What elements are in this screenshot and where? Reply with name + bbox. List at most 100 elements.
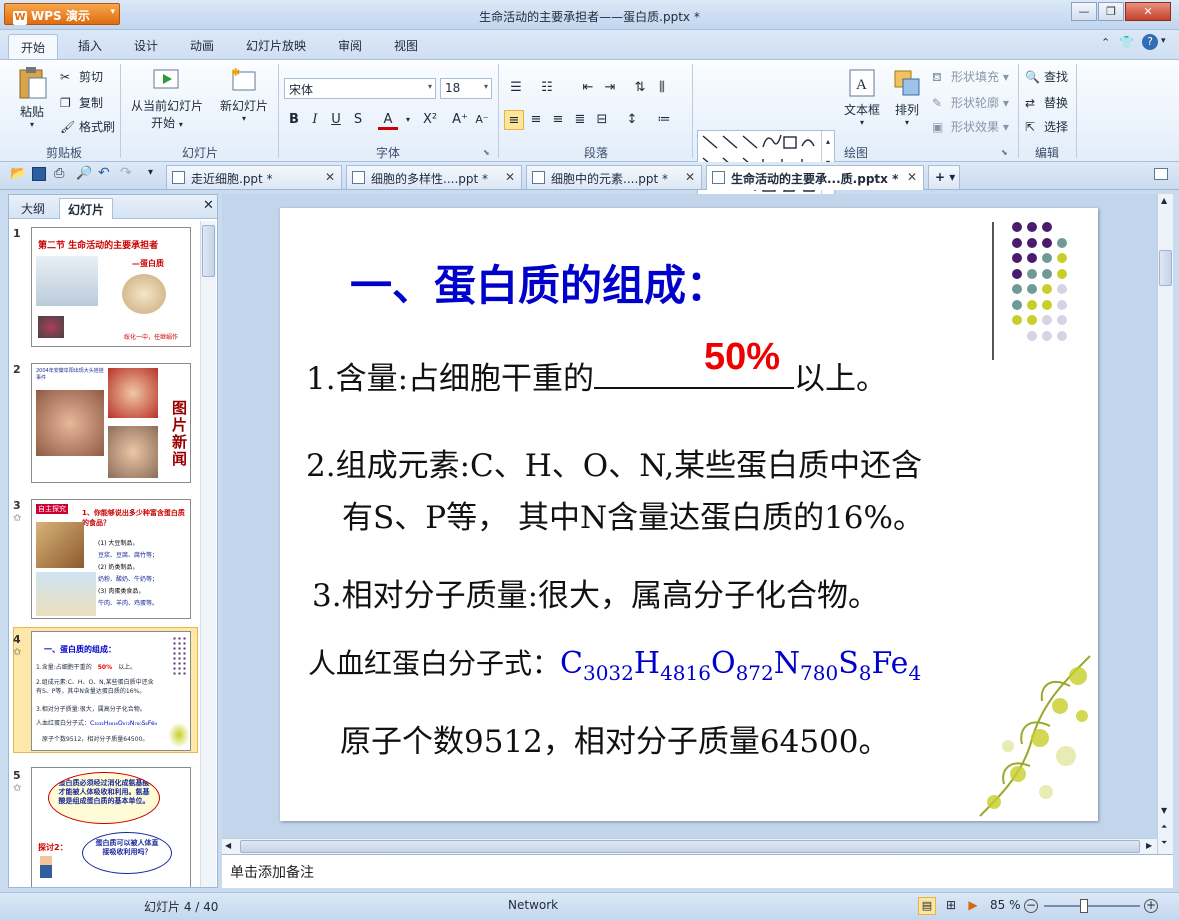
normal-view-icon[interactable]: ▤ — [918, 897, 936, 915]
content-line-5[interactable]: 原子个数9512，相对分子质量64500。 — [340, 716, 890, 761]
doc-tab-2[interactable]: 细胞的多样性....ppt * ✕ — [346, 165, 522, 189]
zoom-in-icon[interactable]: + — [1144, 899, 1158, 913]
doc-tab-3[interactable]: 细胞中的元素....ppt * ✕ — [526, 165, 702, 189]
font-color-button[interactable]: A — [378, 110, 398, 130]
tab-outline[interactable]: 大纲 — [13, 198, 53, 219]
slide-sorter-icon[interactable]: ⊞ — [942, 897, 960, 915]
chevron-down-icon[interactable]: ▾ — [398, 110, 418, 130]
collapse-ribbon-icon[interactable]: ⌃ — [1101, 36, 1110, 49]
close-tab-icon[interactable]: ✕ — [325, 170, 335, 184]
tab-view[interactable]: 视图 — [394, 37, 418, 54]
textbox-button[interactable]: A 文本框 ▾ — [840, 68, 884, 127]
align-left-button[interactable]: ≡ — [504, 110, 524, 130]
slideshow-icon[interactable]: ▶ — [964, 897, 982, 915]
tab-slideshow[interactable]: 幻灯片放映 — [246, 37, 306, 54]
decrease-font-button[interactable]: A⁻ — [472, 110, 492, 130]
slides-pane-scrollbar[interactable] — [200, 221, 216, 887]
align-center-button[interactable]: ≡ — [526, 110, 546, 130]
print-icon[interactable]: ⎙ — [54, 166, 64, 181]
minimize-button[interactable]: — — [1071, 2, 1097, 21]
close-tab-icon[interactable]: ✕ — [907, 170, 917, 184]
tab-animation[interactable]: 动画 — [190, 37, 214, 54]
decrease-indent-button[interactable]: ⇤ — [578, 78, 598, 98]
customize-toolbar-icon[interactable]: ▾ — [148, 167, 153, 178]
tab-slides[interactable]: 幻灯片 — [59, 198, 114, 219]
print-preview-icon[interactable]: 🔎 — [76, 166, 92, 181]
format-painter-button[interactable]: 🖌 格式刷 — [60, 118, 115, 136]
cut-button[interactable]: ✂ 剪切 — [60, 68, 103, 86]
tab-design[interactable]: 设计 — [134, 37, 158, 54]
maximize-button[interactable]: ❐ — [1098, 2, 1124, 21]
notes-pane[interactable]: 单击添加备注 — [222, 854, 1173, 888]
chevron-down-icon[interactable]: ▾ — [1161, 36, 1166, 46]
line-spacing-button[interactable]: ↕ — [622, 110, 642, 130]
replace-button[interactable]: ⇄ 替换 — [1025, 94, 1068, 112]
save-icon[interactable] — [32, 167, 46, 181]
scroll-up-icon[interactable]: ▲ — [1161, 196, 1167, 205]
doc-tab-4-active[interactable]: 生命活动的主要承...质.pptx * ✕ — [706, 165, 924, 190]
numbering-button[interactable]: ☷ — [537, 78, 557, 98]
horizontal-scrollbar[interactable]: ◀ ▶ — [222, 838, 1157, 854]
previous-slide-icon[interactable]: ⏶ — [1161, 822, 1167, 832]
shape-outline-button[interactable]: ✎ 形状轮廓 ▾ — [932, 94, 1009, 112]
content-line-2b[interactable]: 有S、P等， 其中N含量达蛋白质的16%。 — [342, 492, 924, 537]
zoom-out-icon[interactable]: − — [1024, 899, 1038, 913]
open-folder-icon[interactable]: 📂 — [10, 166, 26, 181]
skin-icon[interactable]: 👕 — [1119, 35, 1134, 49]
scrollbar-thumb[interactable] — [202, 225, 215, 277]
window-layout-icon[interactable] — [1154, 168, 1168, 180]
superscript-button[interactable]: X² — [420, 110, 440, 130]
justify-button[interactable]: ≣ — [570, 110, 590, 130]
scrollbar-thumb[interactable] — [1159, 250, 1172, 286]
slide-thumbnail-5[interactable]: 蛋白质必须经过消化成氨基酸才能被人体吸收和利用。氨基酸是组成蛋白质的基本单位。 … — [31, 767, 191, 887]
from-current-slide-button[interactable]: 从当前幻灯片 开始 ▾ — [126, 66, 208, 131]
tab-home[interactable]: 开始 — [8, 34, 58, 60]
shape-fill-button[interactable]: ⛾ 形状填充 ▾ — [932, 68, 1009, 86]
help-icon[interactable]: ? — [1142, 34, 1158, 50]
next-slide-icon[interactable]: ⏷ — [1161, 838, 1167, 848]
increase-font-button[interactable]: A⁺ — [450, 110, 470, 130]
font-name-select[interactable]: 宋体 ▾ — [284, 78, 436, 99]
content-line-1[interactable]: 1.含量:占细胞干重的 以上。 — [306, 353, 887, 398]
dialog-launcher-icon[interactable]: ⬊ — [1001, 148, 1008, 157]
shape-effect-button[interactable]: ▣ 形状效果 ▾ — [932, 118, 1009, 136]
slide-canvas[interactable]: 一、蛋白质的组成： 1.含量:占细胞干重的 以上。 50% 2.组成元素:C、H、… — [280, 208, 1098, 821]
slide-thumbnail-1[interactable]: 第二节 生命活动的主要承担者 —蛋白质 绥化一中，任继娟作 — [31, 227, 191, 347]
content-line-3[interactable]: 3.相对分子质量:很大，属高分子化合物。 — [312, 570, 879, 615]
slide-thumbnail-4[interactable]: 一、蛋白质的组成： 1.含量:占细胞干重的 50% 以上。 2.组成元素:C、H、O… — [31, 631, 191, 751]
redo-icon[interactable]: ↷ — [120, 165, 132, 181]
arrange-button[interactable]: 排列 ▾ — [888, 68, 926, 127]
zoom-slider[interactable] — [1044, 905, 1140, 907]
scroll-right-icon[interactable]: ▶ — [1146, 841, 1152, 850]
close-tab-icon[interactable]: ✕ — [685, 170, 695, 184]
zoom-slider-thumb[interactable] — [1080, 899, 1088, 913]
content-line-2a[interactable]: 2.组成元素:C、H、O、N,某些蛋白质中还含 — [306, 440, 922, 485]
bullets-button[interactable]: ☰ — [506, 78, 526, 98]
paste-button[interactable]: 粘贴 ▾ — [12, 66, 52, 136]
content-line-4[interactable]: 人血红蛋白分子式：C3032H4816O872N780S8Fe4 — [308, 642, 921, 685]
underline-button[interactable]: U — [326, 110, 346, 130]
close-pane-icon[interactable]: ✕ — [203, 198, 214, 213]
italic-button[interactable]: I — [305, 110, 325, 130]
increase-indent-button[interactable]: ⇥ — [600, 78, 620, 98]
scroll-left-icon[interactable]: ◀ — [225, 841, 231, 850]
vertical-scrollbar[interactable]: ▲ ▼ ⏶ ⏷ — [1157, 194, 1173, 854]
slide-title[interactable]: 一、蛋白质的组成： — [350, 252, 728, 313]
paragraph-button[interactable]: ≔ — [654, 110, 674, 130]
slide-thumbnail-2[interactable]: 2004年安徽阜阳出现大头娃娃事件 图片新闻 — [31, 363, 191, 483]
doc-tab-1[interactable]: 走近细胞.ppt * ✕ — [166, 165, 342, 189]
undo-icon[interactable]: ↶ — [98, 165, 110, 181]
close-tab-icon[interactable]: ✕ — [505, 170, 515, 184]
slide-thumbnail-3[interactable]: 自主探究 1、你能够说出多少种富含蛋白质的食品？ (1) 大豆制品， 豆浆、豆腐… — [31, 499, 191, 619]
shadow-button[interactable]: S — [348, 110, 368, 130]
tab-review[interactable]: 审阅 — [338, 37, 362, 54]
align-right-button[interactable]: ≡ — [548, 110, 568, 130]
scroll-down-icon[interactable]: ▼ — [1161, 806, 1167, 815]
bold-button[interactable]: B — [284, 110, 304, 130]
distribute-button[interactable]: ⊟ — [592, 110, 612, 130]
dialog-launcher-icon[interactable]: ⬊ — [483, 148, 490, 157]
text-direction-button[interactable]: ⇅ — [630, 78, 650, 98]
find-button[interactable]: 🔍 查找 — [1025, 68, 1068, 86]
blank-answer[interactable]: 50% — [704, 336, 780, 379]
scrollbar-thumb[interactable] — [240, 840, 1140, 853]
